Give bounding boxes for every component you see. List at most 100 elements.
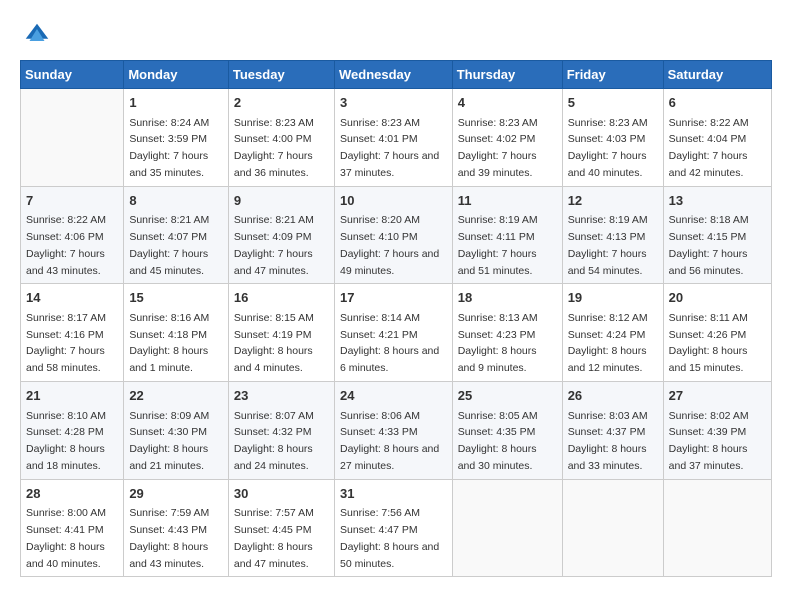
calendar-cell: 18Sunrise: 8:13 AMSunset: 4:23 PMDayligh…	[452, 284, 562, 382]
day-number: 7	[26, 191, 118, 211]
calendar-cell: 4Sunrise: 8:23 AMSunset: 4:02 PMDaylight…	[452, 89, 562, 187]
calendar-cell: 28Sunrise: 8:00 AMSunset: 4:41 PMDayligh…	[21, 479, 124, 577]
calendar-cell: 23Sunrise: 8:07 AMSunset: 4:32 PMDayligh…	[228, 382, 334, 480]
day-detail: Sunrise: 8:17 AMSunset: 4:16 PMDaylight:…	[26, 310, 118, 377]
day-number: 14	[26, 288, 118, 308]
day-number: 10	[340, 191, 447, 211]
day-number: 24	[340, 386, 447, 406]
day-detail: Sunrise: 8:03 AMSunset: 4:37 PMDaylight:…	[568, 408, 658, 475]
day-detail: Sunrise: 8:10 AMSunset: 4:28 PMDaylight:…	[26, 408, 118, 475]
day-number: 12	[568, 191, 658, 211]
day-detail: Sunrise: 7:59 AMSunset: 4:43 PMDaylight:…	[129, 505, 223, 572]
calendar-cell: 26Sunrise: 8:03 AMSunset: 4:37 PMDayligh…	[562, 382, 663, 480]
day-detail: Sunrise: 7:57 AMSunset: 4:45 PMDaylight:…	[234, 505, 329, 572]
day-detail: Sunrise: 8:21 AMSunset: 4:09 PMDaylight:…	[234, 212, 329, 279]
day-number: 23	[234, 386, 329, 406]
day-number: 6	[669, 93, 766, 113]
calendar-header-row: SundayMondayTuesdayWednesdayThursdayFrid…	[21, 61, 772, 89]
calendar-cell: 16Sunrise: 8:15 AMSunset: 4:19 PMDayligh…	[228, 284, 334, 382]
header-tuesday: Tuesday	[228, 61, 334, 89]
day-detail: Sunrise: 8:09 AMSunset: 4:30 PMDaylight:…	[129, 408, 223, 475]
calendar-cell: 25Sunrise: 8:05 AMSunset: 4:35 PMDayligh…	[452, 382, 562, 480]
day-detail: Sunrise: 8:20 AMSunset: 4:10 PMDaylight:…	[340, 212, 447, 279]
calendar-cell: 11Sunrise: 8:19 AMSunset: 4:11 PMDayligh…	[452, 186, 562, 284]
calendar-cell: 22Sunrise: 8:09 AMSunset: 4:30 PMDayligh…	[124, 382, 229, 480]
day-detail: Sunrise: 8:22 AMSunset: 4:06 PMDaylight:…	[26, 212, 118, 279]
day-detail: Sunrise: 8:21 AMSunset: 4:07 PMDaylight:…	[129, 212, 223, 279]
calendar-cell	[663, 479, 771, 577]
day-detail: Sunrise: 8:23 AMSunset: 4:03 PMDaylight:…	[568, 115, 658, 182]
day-number: 26	[568, 386, 658, 406]
day-number: 9	[234, 191, 329, 211]
day-number: 3	[340, 93, 447, 113]
day-detail: Sunrise: 8:00 AMSunset: 4:41 PMDaylight:…	[26, 505, 118, 572]
logo	[20, 20, 52, 50]
calendar-cell: 31Sunrise: 7:56 AMSunset: 4:47 PMDayligh…	[334, 479, 452, 577]
day-detail: Sunrise: 8:13 AMSunset: 4:23 PMDaylight:…	[458, 310, 557, 377]
calendar-week-row: 14Sunrise: 8:17 AMSunset: 4:16 PMDayligh…	[21, 284, 772, 382]
day-number: 18	[458, 288, 557, 308]
day-detail: Sunrise: 8:18 AMSunset: 4:15 PMDaylight:…	[669, 212, 766, 279]
day-number: 20	[669, 288, 766, 308]
day-number: 30	[234, 484, 329, 504]
day-number: 22	[129, 386, 223, 406]
day-detail: Sunrise: 8:22 AMSunset: 4:04 PMDaylight:…	[669, 115, 766, 182]
day-detail: Sunrise: 8:19 AMSunset: 4:11 PMDaylight:…	[458, 212, 557, 279]
header-thursday: Thursday	[452, 61, 562, 89]
day-detail: Sunrise: 8:24 AMSunset: 3:59 PMDaylight:…	[129, 115, 223, 182]
calendar-cell: 1Sunrise: 8:24 AMSunset: 3:59 PMDaylight…	[124, 89, 229, 187]
day-detail: Sunrise: 8:02 AMSunset: 4:39 PMDaylight:…	[669, 408, 766, 475]
calendar-cell: 2Sunrise: 8:23 AMSunset: 4:00 PMDaylight…	[228, 89, 334, 187]
calendar-week-row: 1Sunrise: 8:24 AMSunset: 3:59 PMDaylight…	[21, 89, 772, 187]
day-number: 16	[234, 288, 329, 308]
page-header	[20, 20, 772, 50]
day-detail: Sunrise: 8:14 AMSunset: 4:21 PMDaylight:…	[340, 310, 447, 377]
calendar-cell: 7Sunrise: 8:22 AMSunset: 4:06 PMDaylight…	[21, 186, 124, 284]
calendar-cell: 27Sunrise: 8:02 AMSunset: 4:39 PMDayligh…	[663, 382, 771, 480]
calendar-cell: 17Sunrise: 8:14 AMSunset: 4:21 PMDayligh…	[334, 284, 452, 382]
calendar-cell: 6Sunrise: 8:22 AMSunset: 4:04 PMDaylight…	[663, 89, 771, 187]
day-number: 11	[458, 191, 557, 211]
day-detail: Sunrise: 8:05 AMSunset: 4:35 PMDaylight:…	[458, 408, 557, 475]
calendar-cell	[452, 479, 562, 577]
day-number: 15	[129, 288, 223, 308]
calendar-cell: 15Sunrise: 8:16 AMSunset: 4:18 PMDayligh…	[124, 284, 229, 382]
header-monday: Monday	[124, 61, 229, 89]
header-saturday: Saturday	[663, 61, 771, 89]
day-number: 21	[26, 386, 118, 406]
calendar-cell: 29Sunrise: 7:59 AMSunset: 4:43 PMDayligh…	[124, 479, 229, 577]
day-number: 17	[340, 288, 447, 308]
day-detail: Sunrise: 8:12 AMSunset: 4:24 PMDaylight:…	[568, 310, 658, 377]
header-sunday: Sunday	[21, 61, 124, 89]
calendar-cell: 5Sunrise: 8:23 AMSunset: 4:03 PMDaylight…	[562, 89, 663, 187]
calendar-cell: 21Sunrise: 8:10 AMSunset: 4:28 PMDayligh…	[21, 382, 124, 480]
logo-icon	[22, 20, 52, 50]
header-friday: Friday	[562, 61, 663, 89]
day-number: 13	[669, 191, 766, 211]
day-number: 28	[26, 484, 118, 504]
calendar-table: SundayMondayTuesdayWednesdayThursdayFrid…	[20, 60, 772, 577]
day-detail: Sunrise: 8:11 AMSunset: 4:26 PMDaylight:…	[669, 310, 766, 377]
day-detail: Sunrise: 8:15 AMSunset: 4:19 PMDaylight:…	[234, 310, 329, 377]
day-number: 19	[568, 288, 658, 308]
calendar-cell: 12Sunrise: 8:19 AMSunset: 4:13 PMDayligh…	[562, 186, 663, 284]
day-detail: Sunrise: 8:23 AMSunset: 4:00 PMDaylight:…	[234, 115, 329, 182]
calendar-cell: 24Sunrise: 8:06 AMSunset: 4:33 PMDayligh…	[334, 382, 452, 480]
day-detail: Sunrise: 8:06 AMSunset: 4:33 PMDaylight:…	[340, 408, 447, 475]
day-number: 27	[669, 386, 766, 406]
calendar-cell: 13Sunrise: 8:18 AMSunset: 4:15 PMDayligh…	[663, 186, 771, 284]
calendar-week-row: 21Sunrise: 8:10 AMSunset: 4:28 PMDayligh…	[21, 382, 772, 480]
calendar-cell	[21, 89, 124, 187]
calendar-cell: 30Sunrise: 7:57 AMSunset: 4:45 PMDayligh…	[228, 479, 334, 577]
calendar-cell	[562, 479, 663, 577]
calendar-cell: 3Sunrise: 8:23 AMSunset: 4:01 PMDaylight…	[334, 89, 452, 187]
day-number: 4	[458, 93, 557, 113]
header-wednesday: Wednesday	[334, 61, 452, 89]
day-number: 1	[129, 93, 223, 113]
calendar-cell: 19Sunrise: 8:12 AMSunset: 4:24 PMDayligh…	[562, 284, 663, 382]
day-detail: Sunrise: 8:16 AMSunset: 4:18 PMDaylight:…	[129, 310, 223, 377]
day-detail: Sunrise: 7:56 AMSunset: 4:47 PMDaylight:…	[340, 505, 447, 572]
calendar-cell: 10Sunrise: 8:20 AMSunset: 4:10 PMDayligh…	[334, 186, 452, 284]
day-detail: Sunrise: 8:23 AMSunset: 4:02 PMDaylight:…	[458, 115, 557, 182]
day-number: 2	[234, 93, 329, 113]
